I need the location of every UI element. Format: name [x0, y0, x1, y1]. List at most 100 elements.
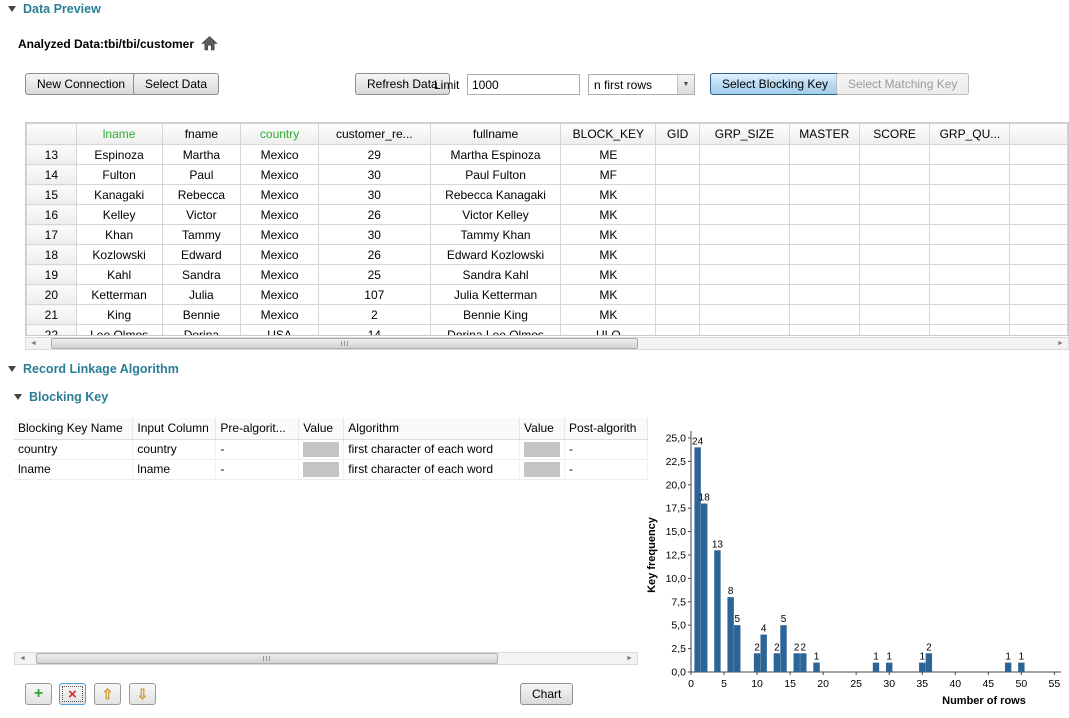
- data-preview-section-header[interactable]: Data Preview: [8, 2, 101, 16]
- bk-column-header[interactable]: Value: [299, 418, 344, 439]
- column-header[interactable]: GID: [656, 124, 700, 145]
- blocking-key-section-header[interactable]: Blocking Key: [14, 390, 108, 404]
- table-row[interactable]: 22Lee OlmosDorinaUSA14Dorina Lee OlmosUL…: [27, 325, 1068, 337]
- table-row[interactable]: 18KozlowskiEdwardMexico26Edward Kozlowsk…: [27, 245, 1068, 265]
- data-cell: [656, 265, 700, 285]
- data-cell: [1010, 265, 1068, 285]
- scrollbar-thumb[interactable]: [51, 338, 638, 349]
- data-cell: Julia: [162, 285, 241, 305]
- column-header[interactable]: GRP_QU...: [930, 124, 1010, 145]
- data-cell: [700, 145, 790, 165]
- row-mode-combo[interactable]: n first rows ▼: [588, 74, 695, 95]
- scrollbar-track[interactable]: [41, 338, 1053, 349]
- move-up-button[interactable]: ⇧: [94, 683, 121, 705]
- blocking-key-row[interactable]: lnamelname-first character of each word-: [14, 459, 648, 479]
- column-header[interactable]: customer_re...: [318, 124, 430, 145]
- table-row[interactable]: 13EspinozaMarthaMexico29Martha EspinozaM…: [27, 145, 1068, 165]
- blocking-key-title: Blocking Key: [29, 390, 108, 404]
- bk-column-header[interactable]: Blocking Key Name: [14, 418, 133, 439]
- scroll-left-arrow-icon[interactable]: ◄: [26, 338, 41, 349]
- data-cell: [656, 205, 700, 225]
- add-blocking-key-button[interactable]: +: [25, 683, 52, 705]
- chevron-down-icon[interactable]: ▼: [677, 75, 694, 94]
- bk-cell[interactable]: -: [216, 459, 299, 479]
- table-row[interactable]: 20KettermanJuliaMexico107Julia Ketterman…: [27, 285, 1068, 305]
- bk-cell[interactable]: -: [565, 459, 648, 479]
- data-cell: Kozlowski: [76, 245, 162, 265]
- data-cell: Dorina: [162, 325, 241, 337]
- row-number-cell: 14: [27, 165, 77, 185]
- limit-label: Limit: [434, 78, 459, 92]
- bk-column-header[interactable]: Post-algorith: [565, 418, 648, 439]
- bk-cell[interactable]: first character of each word: [344, 439, 520, 459]
- bk-column-header[interactable]: Value: [520, 418, 565, 439]
- column-header[interactable]: lname: [76, 124, 162, 145]
- select-blocking-key-button[interactable]: Select Blocking Key: [710, 73, 840, 95]
- data-cell: 107: [318, 285, 430, 305]
- column-header[interactable]: fullname: [430, 124, 561, 145]
- column-header[interactable]: GRP_SIZE: [700, 124, 790, 145]
- data-cell: Espinoza: [76, 145, 162, 165]
- data-cell: Rebecca Kanagaki: [430, 185, 561, 205]
- bk-cell[interactable]: country: [14, 439, 133, 459]
- bk-cell[interactable]: lname: [133, 459, 216, 479]
- scroll-right-arrow-icon[interactable]: ►: [1053, 338, 1068, 349]
- scrollbar-thumb[interactable]: [36, 653, 498, 664]
- bk-column-header[interactable]: Pre-algorit...: [216, 418, 299, 439]
- scroll-left-arrow-icon[interactable]: ◄: [15, 653, 30, 664]
- svg-text:Number of rows: Number of rows: [942, 695, 1026, 707]
- data-cell: 26: [318, 205, 430, 225]
- record-linkage-section-header[interactable]: Record Linkage Algorithm: [8, 362, 179, 376]
- scrollbar-track[interactable]: [30, 653, 622, 664]
- value-cell: [520, 459, 565, 479]
- bk-cell[interactable]: country: [133, 439, 216, 459]
- table-row[interactable]: 14FultonPaulMexico30Paul FultonMF: [27, 165, 1068, 185]
- home-icon[interactable]: [201, 36, 218, 51]
- value-cell: [520, 439, 565, 459]
- data-cell: Mexico: [241, 145, 319, 165]
- data-table-hscrollbar[interactable]: ◄ ►: [25, 337, 1069, 350]
- data-cell: [789, 325, 859, 337]
- data-cell: [700, 205, 790, 225]
- new-connection-button[interactable]: New Connection: [25, 73, 137, 95]
- data-cell: [700, 185, 790, 205]
- move-down-button[interactable]: ⇩: [129, 683, 156, 705]
- data-cell: [789, 185, 859, 205]
- blocking-table-hscrollbar[interactable]: ◄ ►: [14, 652, 638, 665]
- bk-cell[interactable]: -: [565, 439, 648, 459]
- chart-button[interactable]: Chart: [520, 683, 573, 705]
- bk-header-row: Blocking Key NameInput ColumnPre-algorit…: [14, 418, 648, 439]
- select-data-button[interactable]: Select Data: [133, 73, 219, 95]
- bk-cell[interactable]: first character of each word: [344, 459, 520, 479]
- column-header[interactable]: SCORE: [859, 124, 930, 145]
- select-matching-key-button[interactable]: Select Matching Key: [836, 73, 969, 95]
- table-row[interactable]: 21KingBennieMexico2Bennie KingMK: [27, 305, 1068, 325]
- svg-text:30: 30: [883, 678, 895, 690]
- column-header[interactable]: country: [241, 124, 319, 145]
- delete-icon: ×: [68, 687, 77, 702]
- bk-column-header[interactable]: Algorithm: [344, 418, 520, 439]
- table-row[interactable]: 19KahlSandraMexico25Sandra KahlMK: [27, 265, 1068, 285]
- data-cell: [930, 245, 1010, 265]
- scroll-right-arrow-icon[interactable]: ►: [622, 653, 637, 664]
- data-cell: MK: [561, 225, 656, 245]
- table-row[interactable]: 16KelleyVictorMexico26Victor KelleyMK: [27, 205, 1068, 225]
- data-cell: [930, 265, 1010, 285]
- data-cell: Mexico: [241, 285, 319, 305]
- bk-cell[interactable]: -: [216, 439, 299, 459]
- limit-input[interactable]: [467, 74, 580, 95]
- table-row[interactable]: 15KanagakiRebeccaMexico30Rebecca Kanagak…: [27, 185, 1068, 205]
- delete-blocking-key-button[interactable]: ×: [59, 683, 86, 705]
- table-row[interactable]: 17KhanTammyMexico30Tammy KhanMK: [27, 225, 1068, 245]
- svg-text:2: 2: [774, 642, 780, 653]
- data-cell: [789, 265, 859, 285]
- column-header[interactable]: [1010, 124, 1068, 145]
- column-header[interactable]: MASTER: [789, 124, 859, 145]
- blocking-key-row[interactable]: countrycountry-first character of each w…: [14, 439, 648, 459]
- bk-cell[interactable]: lname: [14, 459, 133, 479]
- bk-column-header[interactable]: Input Column: [133, 418, 216, 439]
- column-header[interactable]: [27, 124, 77, 145]
- column-header[interactable]: BLOCK_KEY: [561, 124, 656, 145]
- column-header[interactable]: fname: [162, 124, 241, 145]
- data-cell: [930, 185, 1010, 205]
